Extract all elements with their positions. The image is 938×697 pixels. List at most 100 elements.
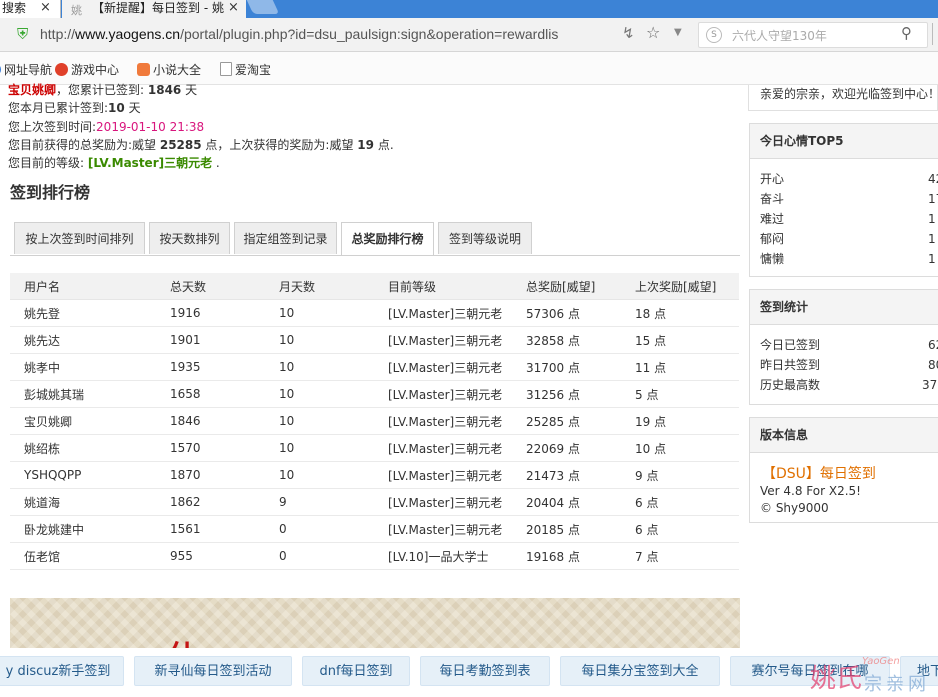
table-header-row: 用户名 总天数 月天数 目前等级 总奖励[威望] 上次奖励[威望]	[10, 273, 739, 300]
welcome-box: 亲爱的宗亲，欢迎光临签到中心！	[748, 85, 938, 111]
mood-panel-title: 今日心情TOP5	[750, 124, 938, 159]
col-total-days: 总天数	[156, 273, 265, 300]
url-field[interactable]: http://www.yaogens.cn/portal/plugin.php?…	[40, 26, 558, 42]
version-panel: 版本信息 【DSU】每日签到 Ver 4.8 For X2.5! © Shy90…	[749, 417, 938, 523]
ranking-table: 用户名 总天数 月天数 目前等级 总奖励[威望] 上次奖励[威望] 姚先登 191…	[10, 273, 739, 570]
book-icon	[137, 63, 150, 76]
summary-month-days: 您本月已累计签到:10 天	[8, 101, 141, 115]
bookmark-star-icon[interactable]: ☆	[646, 23, 660, 42]
bookmark-taobao[interactable]: 爱淘宝	[220, 61, 271, 78]
tab-title: 搜索	[2, 1, 27, 15]
tab-close-icon[interactable]: ×	[40, 0, 51, 16]
tab-close-icon[interactable]: ×	[228, 0, 239, 16]
url-path: /portal/plugin.php?id=dsu_paulsign:sign&…	[180, 26, 559, 42]
plugin-copyright[interactable]: © Shy9000	[750, 500, 938, 517]
table-row: 卧龙姚建中 1561 0 [LV.Master]三朝元老 20185 点6 点	[10, 515, 739, 543]
related-link[interactable]: 每日考勤签到表	[420, 656, 550, 686]
promo-banner[interactable]: 仙	[10, 598, 740, 648]
plugin-version: Ver 4.8 For X2.5!	[760, 484, 861, 498]
related-link[interactable]: 每日集分宝签到大全	[560, 656, 720, 686]
site-favicon-icon: 姚	[71, 4, 82, 17]
browser-tab-active[interactable]: 姚 【新提醒】每日签到 - 姚 ×	[62, 0, 246, 18]
cell-username[interactable]: 姚孝中	[10, 353, 156, 381]
stats-item: 今日已签到62	[760, 338, 938, 352]
search-icon[interactable]: ⚲	[901, 24, 912, 42]
table-row: 伍老馆 955 0 [LV.10]一品大学士 19168 点7 点	[10, 542, 739, 570]
table-row: 姚先达 1901 10 [LV.Master]三朝元老 32858 点 15 点	[10, 326, 739, 354]
new-tab-button[interactable]	[246, 0, 280, 14]
stats-panel: 签到统计 今日已签到62 昨日共签到80 历史最高数375	[749, 289, 938, 405]
address-bar: ⛨ http://www.yaogens.cn/portal/plugin.ph…	[0, 18, 938, 52]
browser-tab-previous[interactable]: 搜索 ×	[0, 0, 61, 18]
toolbar-divider	[932, 23, 933, 45]
cell-username[interactable]: 姚先登	[10, 299, 156, 327]
table-row: 宝贝姚卿 1846 10 [LV.Master]三朝元老 25285 点 19 点	[10, 407, 739, 435]
mood-item: 慵懒 1	[760, 252, 936, 266]
version-panel-title: 版本信息	[750, 418, 938, 453]
stats-panel-title: 签到统计	[750, 290, 938, 325]
stats-item: 历史最高数375	[760, 378, 938, 392]
tab-total-rewards[interactable]: 总奖励排行榜	[341, 222, 434, 256]
mood-item: 奋斗17	[760, 192, 938, 206]
related-link[interactable]: y discuz新手签到	[0, 656, 124, 686]
page-icon	[220, 62, 232, 76]
mood-panel: 今日心情TOP5 开心42 奋斗17 难过1 郁闷1 慵懒1	[749, 123, 938, 277]
tab-group-records[interactable]: 指定组签到记录	[234, 222, 337, 254]
cell-username[interactable]: 姚先达	[10, 326, 156, 354]
cell-username[interactable]: YSHQQPP	[10, 461, 156, 489]
stats-item: 昨日共签到80	[760, 358, 938, 372]
table-row: 姚孝中 1935 10 [LV.Master]三朝元老 31700 点 11 点	[10, 353, 739, 381]
tabs-divider	[10, 255, 740, 256]
table-row: YSHQQPP 1870 10 [LV.Master]三朝元老 21473 点9 点	[10, 461, 739, 489]
table-row: 彭城姚其瑞 1658 10 [LV.Master]三朝元老 31256 点5 点	[10, 380, 739, 408]
search-placeholder: 六代人守望130年	[732, 29, 827, 43]
summary-level: 您目前的等级: [LV.Master]三朝元老 .	[8, 156, 220, 170]
col-level: 目前等级	[374, 273, 512, 300]
cell-username[interactable]: 卧龙姚建中	[10, 515, 156, 543]
table-row: 姚绍栋 1570 10 [LV.Master]三朝元老 22069 点 10 点	[10, 434, 739, 462]
col-month-days: 月天数	[265, 273, 374, 300]
chevron-down-icon[interactable]: ▼	[674, 27, 682, 38]
cell-username[interactable]: 姚道海	[10, 488, 156, 516]
browser-tab-bar: 搜索 × 姚 【新提醒】每日签到 - 姚 ×	[0, 0, 938, 18]
tab-title: 【新提醒】每日签到 - 姚	[92, 1, 224, 15]
plugin-name[interactable]: 【DSU】每日签到	[750, 453, 938, 483]
summary-last-time: 您上次签到时间:2019-01-10 21:38	[8, 120, 205, 134]
table-row: 姚道海 1862 9 [LV.Master]三朝元老 20404 点6 点	[10, 488, 739, 516]
related-link[interactable]: dnf每日签到	[302, 656, 410, 686]
mood-item: 郁闷 1	[760, 232, 936, 246]
related-link[interactable]: 新寻仙每日签到活动	[134, 656, 292, 686]
lightning-icon[interactable]: ↯	[622, 24, 635, 42]
cell-username[interactable]: 姚绍栋	[10, 434, 156, 462]
cell-username[interactable]: 伍老馆	[10, 542, 156, 570]
search-engine-icon[interactable]: S	[706, 27, 722, 43]
site-watermark-logo: 姚氏 YaoGen 宗亲网	[810, 656, 930, 695]
search-input[interactable]: S 六代人守望130年 ⚲	[698, 22, 928, 48]
bookmark-nav[interactable]: 网址导航	[0, 61, 52, 78]
username[interactable]: 宝贝姚卿	[8, 83, 56, 97]
mood-item: 难过 1	[760, 212, 936, 226]
mood-item: 开心42	[760, 172, 938, 186]
cell-username[interactable]: 彭城姚其瑞	[10, 380, 156, 408]
summary-rewards: 您目前获得的总奖励为:威望 25285 点，上次获得的奖励为:威望 19 点.	[8, 138, 394, 152]
game-icon	[55, 63, 68, 76]
banner-glyph: 仙	[168, 632, 198, 648]
cell-username[interactable]: 宝贝姚卿	[10, 407, 156, 435]
tab-by-last-signin[interactable]: 按上次签到时间排列	[14, 222, 145, 254]
secure-shield-icon[interactable]: ⛨	[17, 26, 31, 42]
related-links-bar: y discuz新手签到 新寻仙每日签到活动 dnf每日签到 每日考勤签到表 每…	[0, 652, 938, 697]
url-protocol: http://	[40, 26, 76, 42]
tab-by-days[interactable]: 按天数排列	[149, 222, 230, 254]
col-last-reward: 上次奖励[威望]	[621, 273, 739, 300]
url-domain: www.yaogens.cn	[75, 26, 181, 42]
col-total-reward: 总奖励[威望]	[512, 273, 621, 300]
bookmark-games[interactable]: 游戏中心	[55, 61, 119, 78]
tab-level-info[interactable]: 签到等级说明	[438, 222, 532, 254]
page-content: 宝贝姚卿，您累计已签到: 1846 天 您本月已累计签到:10 天 您上次签到时…	[0, 83, 938, 697]
table-row: 姚先登 1916 10 [LV.Master]三朝元老 57306 点 18 点	[10, 299, 739, 327]
nav-icon	[0, 63, 1, 76]
summary-total-days: 宝贝姚卿，您累计已签到: 1846 天	[8, 83, 198, 97]
col-username: 用户名	[10, 273, 156, 300]
ranking-title: 签到排行榜	[10, 183, 91, 202]
bookmark-novels[interactable]: 小说大全	[137, 61, 201, 78]
